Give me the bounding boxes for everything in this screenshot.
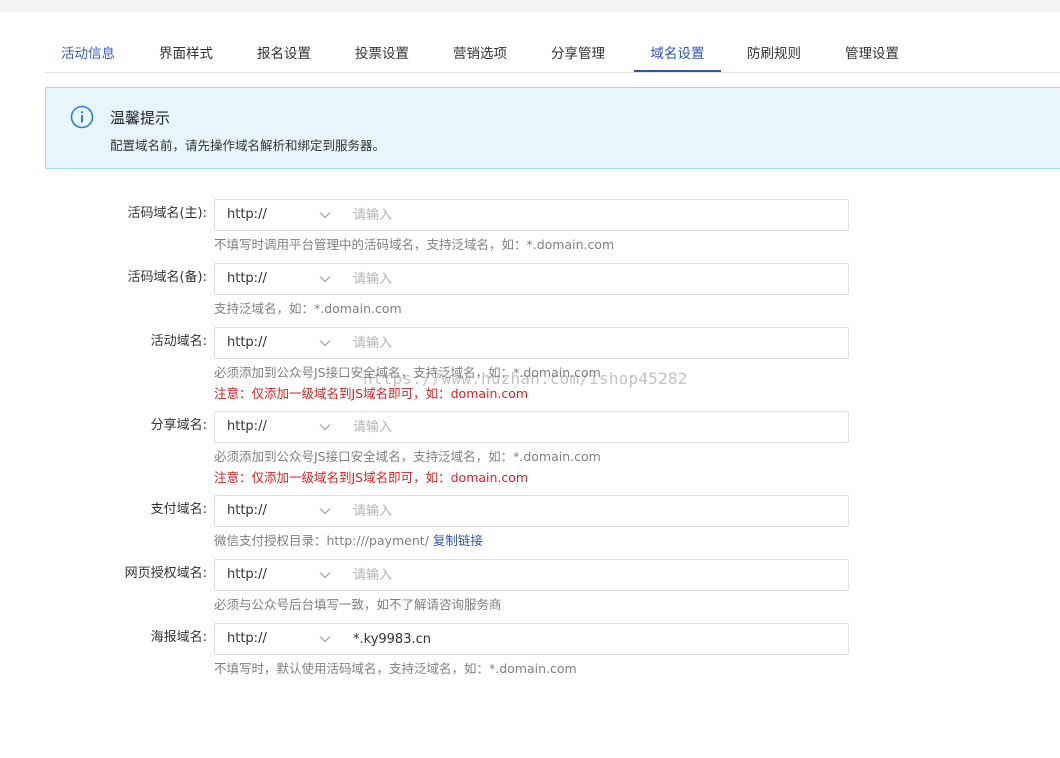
chevron-down-icon (319, 276, 331, 283)
protocol-select[interactable]: http:// (214, 411, 342, 443)
protocol-value: http:// (227, 335, 267, 350)
domain-input[interactable] (341, 263, 849, 295)
protocol-select[interactable]: http:// (214, 559, 342, 591)
protocol-select[interactable]: http:// (214, 623, 342, 655)
tab-marketing-options[interactable]: 营销选项 (453, 36, 507, 71)
domain-input[interactable] (341, 411, 849, 443)
info-icon (70, 105, 94, 129)
notice-description: 配置域名前，请先操作域名解析和绑定到服务器。 (110, 138, 386, 153)
chevron-down-icon (319, 508, 331, 515)
domain-input[interactable] (341, 623, 849, 655)
protocol-value: http:// (227, 567, 267, 582)
tab-bar: 活动信息 界面样式 报名设置 投票设置 营销选项 分享管理 域名设置 防刷规则 … (45, 36, 1060, 73)
notice-title: 温馨提示 (110, 109, 171, 127)
chevron-down-icon (319, 212, 331, 219)
tab-activity-info[interactable]: 活动信息 (61, 36, 115, 71)
field-help: 必须与公众号后台填写一致，如不了解请咨询服务商 (214, 597, 502, 612)
copy-link-button[interactable]: 复制链接 (433, 533, 483, 548)
field-label: 分享域名: (150, 418, 207, 433)
field-label: 海报域名: (150, 630, 207, 645)
field-help: 必须添加到公众号JS接口安全域名，支持泛域名，如：*.domain.com (214, 449, 601, 464)
protocol-value: http:// (227, 419, 267, 434)
chevron-down-icon (319, 424, 331, 431)
protocol-value: http:// (227, 631, 267, 646)
domain-input[interactable] (341, 559, 849, 591)
protocol-select[interactable]: http:// (214, 199, 342, 231)
chevron-down-icon (319, 636, 331, 643)
field-label: 网页授权域名: (124, 566, 207, 581)
field-help: 不填写时调用平台管理中的活码域名，支持泛域名，如：*.domain.com (214, 237, 615, 252)
notice-box: 温馨提示 配置域名前，请先操作域名解析和绑定到服务器。 (45, 87, 1060, 169)
domain-input[interactable] (341, 495, 849, 527)
protocol-value: http:// (227, 503, 267, 518)
field-help: 支持泛域名，如：*.domain.com (214, 301, 402, 316)
tab-vote-settings[interactable]: 投票设置 (355, 36, 409, 71)
field-label: 活动域名: (150, 334, 207, 349)
protocol-select[interactable]: http:// (214, 495, 342, 527)
chevron-down-icon (319, 572, 331, 579)
protocol-select[interactable]: http:// (214, 263, 342, 295)
watermark-text: https://www.huzhan.com/ishop45282 (363, 369, 688, 388)
tab-anti-fraud-rules[interactable]: 防刷规则 (747, 36, 801, 71)
tab-share-management[interactable]: 分享管理 (551, 36, 605, 71)
domain-input[interactable] (341, 199, 849, 231)
tab-interface-style[interactable]: 界面样式 (159, 36, 213, 71)
protocol-select[interactable]: http:// (214, 327, 342, 359)
field-help: 不填写时，默认使用活码域名，支持泛域名，如：*.domain.com (214, 661, 577, 676)
field-label: 活码域名(主): (127, 206, 207, 221)
protocol-value: http:// (227, 207, 267, 222)
protocol-value: http:// (227, 271, 267, 286)
field-warning: 注意：仅添加一级域名到JS域名即可，如：domain.com (214, 470, 529, 485)
tab-signup-settings[interactable]: 报名设置 (257, 36, 311, 71)
field-label: 活码域名(备): (127, 270, 207, 285)
tab-management-settings[interactable]: 管理设置 (845, 36, 899, 71)
domain-input[interactable] (341, 327, 849, 359)
field-help: 微信支付授权目录：http:///payment/ 复制链接 (214, 530, 483, 549)
field-label: 支付域名: (150, 502, 207, 517)
top-bar (0, 0, 1060, 12)
payment-directory-text: 微信支付授权目录：http:///payment/ (214, 533, 429, 548)
chevron-down-icon (319, 340, 331, 347)
tab-domain-settings[interactable]: 域名设置 (634, 36, 721, 72)
